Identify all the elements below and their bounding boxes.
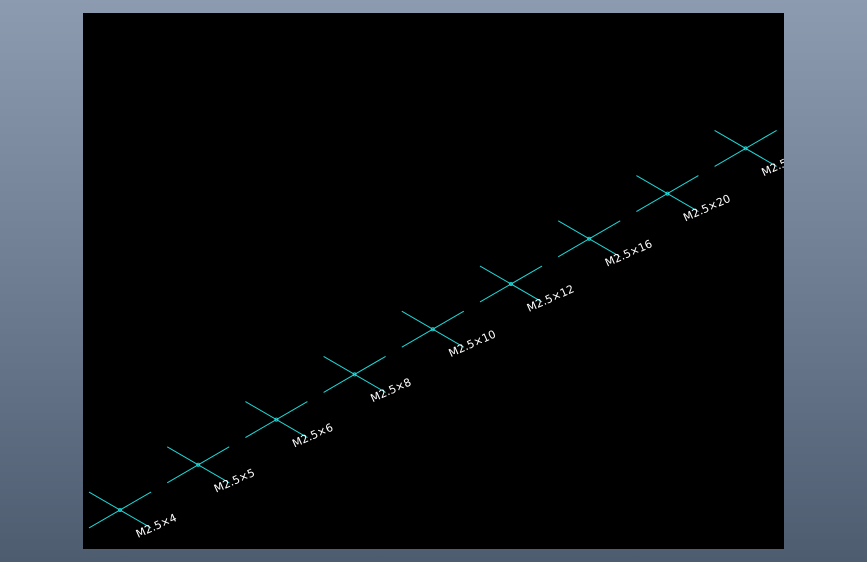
screw-marker[interactable]: M2.5×6 — [245, 401, 335, 451]
drawing-canvas: M2.5×4 M2.5×5 M2.5×6 M2.5×8 M2.5×10 M2.5×12 M2… — [88, 129, 784, 541]
marker-label: M2.5×25 — [760, 147, 784, 179]
screw-marker[interactable]: M2.5×16 — [557, 220, 654, 270]
marker-label: M2.5×10 — [447, 328, 498, 360]
marker-label: M2.5×16 — [603, 237, 654, 269]
screw-marker[interactable]: M2.5×5 — [166, 446, 257, 496]
marker-label: M2.5×8 — [369, 376, 414, 405]
marker-label: M2.5×12 — [525, 282, 576, 314]
screw-marker[interactable]: M2.5×12 — [479, 265, 576, 315]
drawing-viewport[interactable]: M2.5×4 M2.5×5 M2.5×6 M2.5×8 M2.5×10 M2.5×12 M2… — [83, 13, 784, 549]
marker-label: M2.5×5 — [212, 466, 257, 495]
marker-label: M2.5×20 — [681, 192, 732, 224]
screw-marker[interactable]: M2.5×10 — [401, 310, 498, 360]
screw-marker[interactable]: M2.5×20 — [636, 175, 732, 225]
screw-marker[interactable]: M2.5×8 — [323, 355, 414, 405]
marker-label: M2.5×6 — [290, 421, 335, 450]
screw-marker[interactable]: M2.5×25 — [714, 129, 784, 179]
marker-label: M2.5×4 — [134, 511, 179, 540]
screw-marker[interactable]: M2.5×4 — [88, 491, 179, 541]
